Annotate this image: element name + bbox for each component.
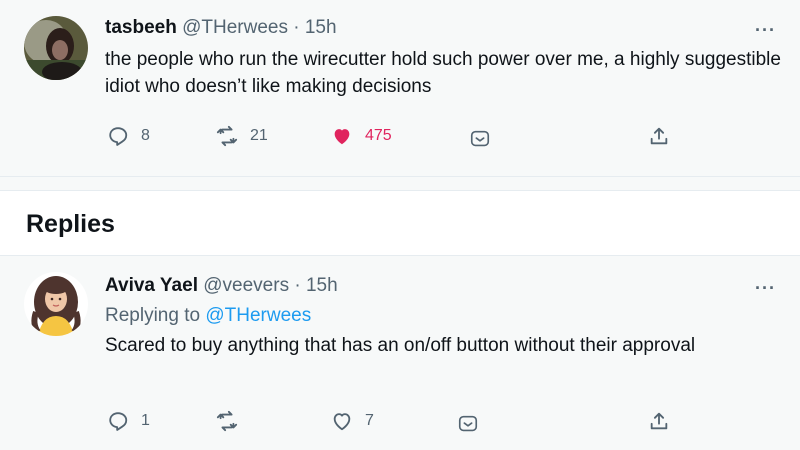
main-tweet[interactable]: tasbeeh @THerwees · 15h ··· the people w… xyxy=(0,0,800,176)
replies-header: Replies xyxy=(0,190,800,256)
replying-label: Replying to xyxy=(105,305,201,326)
reply-tweet[interactable]: Aviva Yael @veevers · 15h ··· Replying t… xyxy=(0,256,800,450)
like-icon xyxy=(331,410,353,432)
tweet-text: the people who run the wirecutter hold s… xyxy=(105,49,781,97)
like-icon xyxy=(331,125,353,147)
display-name[interactable]: Aviva Yael xyxy=(105,275,198,296)
separator-dot: · xyxy=(293,17,300,38)
bookmark-icon xyxy=(469,128,491,150)
mention-link[interactable]: @THerwees xyxy=(205,305,311,326)
section-divider xyxy=(0,176,800,190)
avatar[interactable] xyxy=(24,16,88,80)
bookmark-button[interactable] xyxy=(457,412,479,436)
like-count: 475 xyxy=(365,127,392,144)
share-button[interactable] xyxy=(648,409,670,433)
more-icon[interactable]: ··· xyxy=(755,20,776,41)
tweet-header: Aviva Yael @veevers · 15h xyxy=(105,275,338,297)
more-icon[interactable]: ··· xyxy=(755,278,776,299)
bookmark-icon xyxy=(457,413,479,435)
tweet-header: tasbeeh @THerwees · 15h xyxy=(105,17,337,39)
retweet-button[interactable]: 21 xyxy=(216,124,268,148)
reply-count: 8 xyxy=(141,127,150,144)
handle[interactable]: @THerwees xyxy=(182,17,288,38)
timestamp[interactable]: 15h xyxy=(305,17,337,38)
like-button[interactable]: 475 xyxy=(331,124,392,148)
separator-dot: · xyxy=(294,275,301,296)
bookmark-button[interactable] xyxy=(469,127,491,151)
retweet-icon xyxy=(216,410,238,432)
timestamp[interactable]: 15h xyxy=(306,275,338,296)
section-title: Replies xyxy=(26,210,115,238)
share-icon xyxy=(648,125,670,147)
display-name[interactable]: tasbeeh xyxy=(105,17,177,38)
retweet-button[interactable] xyxy=(216,409,238,433)
tweet-text: Scared to buy anything that has an on/of… xyxy=(105,335,696,356)
reply-button[interactable]: 8 xyxy=(107,124,150,148)
like-count: 7 xyxy=(365,412,374,429)
retweet-icon xyxy=(216,125,238,147)
handle[interactable]: @veevers xyxy=(203,275,289,296)
reply-button[interactable]: 1 xyxy=(107,409,150,433)
retweet-count: 21 xyxy=(250,127,268,144)
replying-to: Replying to @THerwees xyxy=(105,305,311,327)
reply-icon xyxy=(107,125,129,147)
share-icon xyxy=(648,410,670,432)
reply-icon xyxy=(107,410,129,432)
share-button[interactable] xyxy=(648,124,670,148)
like-button[interactable]: 7 xyxy=(331,409,374,433)
reply-count: 1 xyxy=(141,412,150,429)
avatar[interactable] xyxy=(24,272,88,336)
